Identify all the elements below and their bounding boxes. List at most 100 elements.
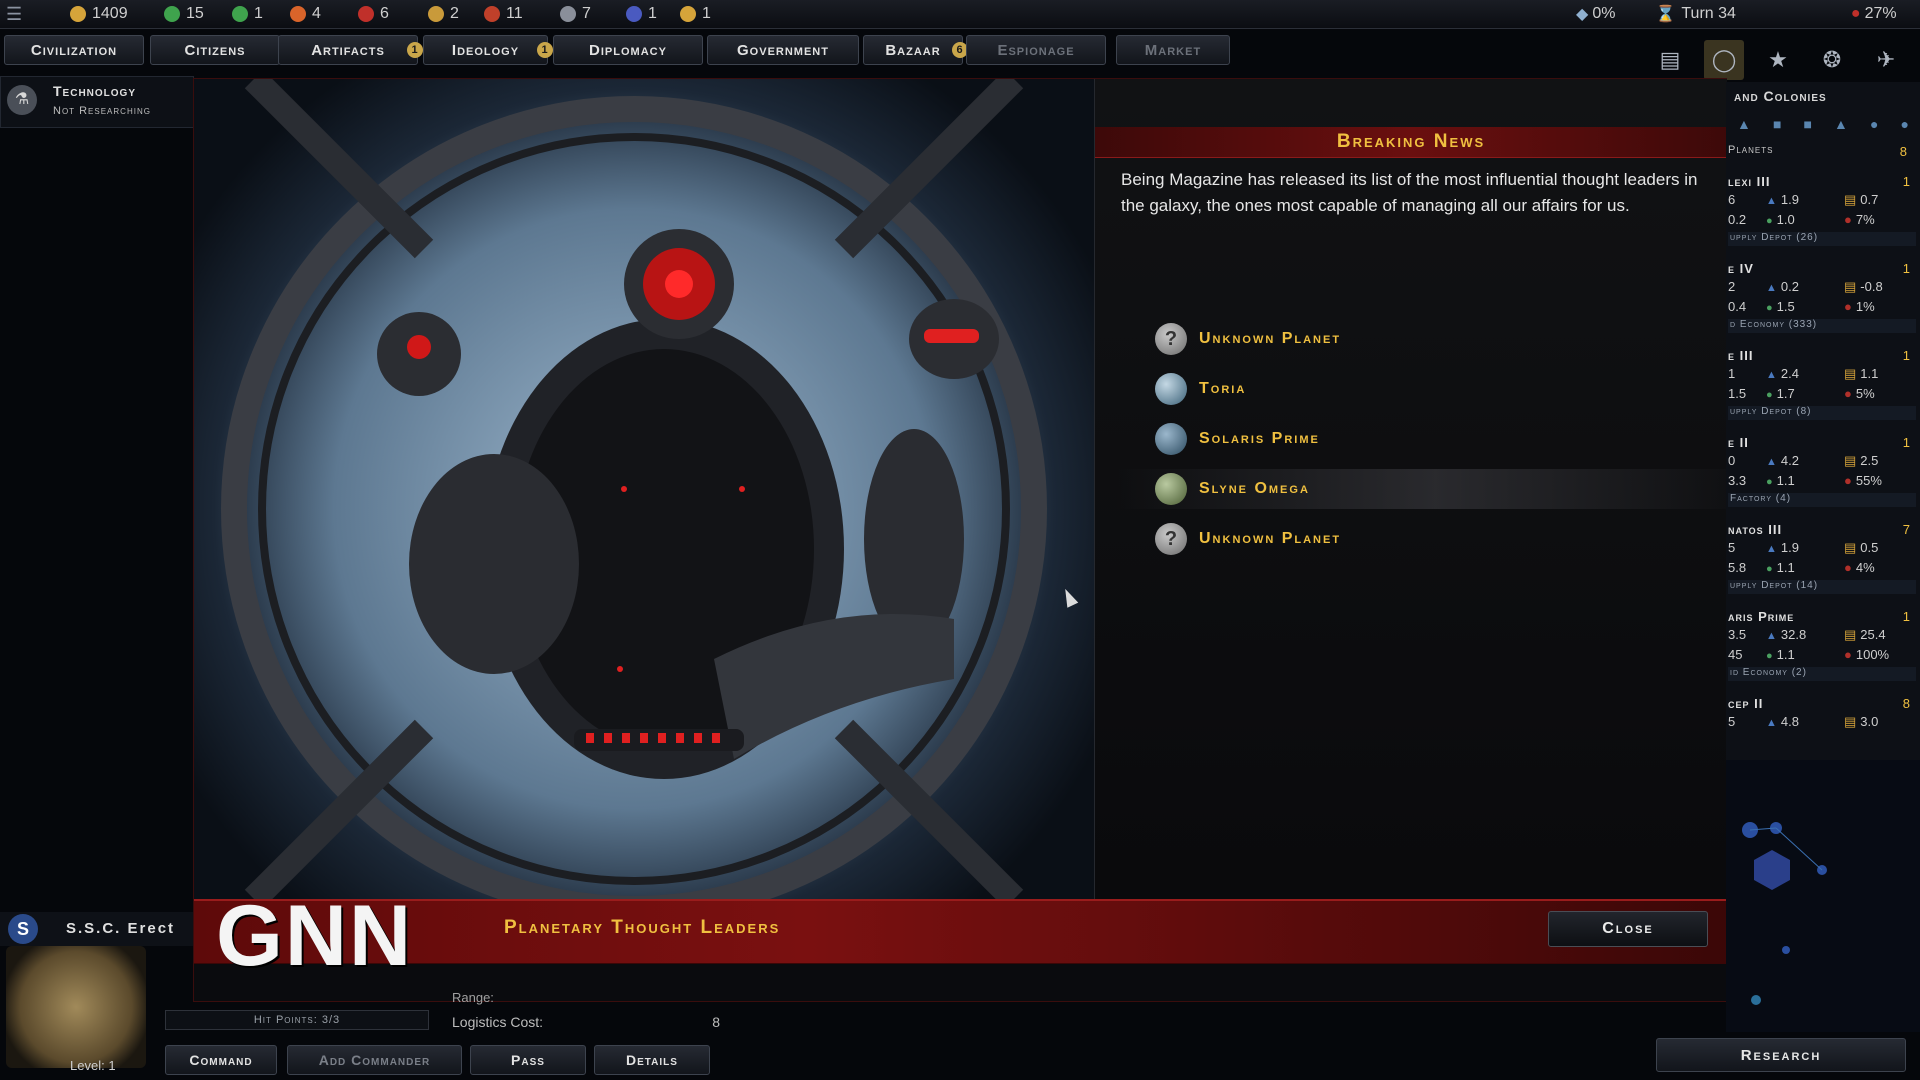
colony-stats-row: 3.3 1.1 55% — [1726, 473, 1912, 491]
colony-name: natos III — [1728, 522, 1783, 537]
colony-project: id Economy (2) — [1728, 667, 1916, 681]
tab-badge: 1 — [537, 42, 553, 58]
resource-research[interactable]: 11 — [484, 4, 523, 24]
main-tab-bar: Civilization Citizens Artifacts 1 Ideology 1 D… — [0, 32, 1650, 70]
colony-entry[interactable]: e IV 1 2 0.2 -0.8 0.4 1.5 1% d Economy (333) — [1726, 261, 1920, 347]
resource-value: 11 — [506, 5, 523, 22]
planet-row[interactable]: Toria — [1155, 369, 1735, 409]
tab-civilization[interactable]: Civilization — [4, 35, 144, 65]
research-stat: 1.9 — [1766, 540, 1799, 555]
resource-credits[interactable]: 1409 — [70, 4, 128, 24]
colony-stats-row: 5 4.8 3.0 — [1726, 714, 1912, 732]
colony-entry[interactable]: e III 1 1 2.4 1.1 1.5 1.7 5% upply Depot (8) — [1726, 348, 1920, 434]
colony-value: 1 — [1902, 609, 1910, 624]
tab-label: Market — [1144, 41, 1202, 59]
colony-value: 1 — [1902, 174, 1910, 189]
resource-ships[interactable]: 7 — [560, 4, 591, 24]
planet-name: Slyne Omega — [1199, 480, 1310, 497]
fleet-icon[interactable]: ✈ — [1866, 40, 1906, 80]
turn-counter[interactable]: Turn 34 — [1681, 5, 1736, 23]
military-icon — [358, 6, 374, 22]
population-icon — [164, 6, 180, 22]
main-menu-icon[interactable]: ☰ — [6, 4, 28, 24]
sidebar-title: and Colonies — [1734, 88, 1827, 104]
logistics-value: 8 — [712, 1014, 720, 1030]
population-stat: 1.0 — [1766, 212, 1795, 227]
stat: 0 — [1728, 453, 1736, 468]
tab-citizens[interactable]: Citizens — [150, 35, 280, 65]
planet-row[interactable]: Solaris Prime — [1155, 419, 1735, 459]
colony-stats-row: 0.2 1.0 7% — [1726, 212, 1912, 230]
colony-stats-row: 3.5 32.8 25.4 — [1726, 627, 1912, 645]
filter-icon[interactable]: ▲ — [1834, 116, 1848, 136]
colony-stats-row: 0 4.2 2.5 — [1726, 453, 1912, 471]
empire-icon[interactable]: ❂ — [1812, 40, 1852, 80]
stat: 0.4 — [1728, 299, 1747, 314]
details-button[interactable]: Details — [594, 1045, 710, 1075]
approval-stat: 1% — [1844, 299, 1875, 314]
resource-manufacturing[interactable]: 4 — [290, 4, 321, 24]
pass-button[interactable]: Pass — [470, 1045, 586, 1075]
planets-header[interactable]: Planets 8 — [1728, 144, 1914, 162]
colony-stats-row: 2 0.2 -0.8 — [1726, 279, 1912, 297]
tab-espionage[interactable]: Espionage — [966, 35, 1106, 65]
sidebar-filter-icons[interactable]: ▲ ■ ■ ▲ ● ● — [1726, 116, 1920, 136]
production-stat: 0.7 — [1844, 192, 1878, 208]
stat: 3.3 — [1728, 473, 1747, 488]
tab-ideology[interactable]: Ideology 1 — [423, 35, 553, 65]
tech-tree-icon[interactable]: ★ — [1758, 40, 1798, 80]
list-view-icon[interactable]: ▤ — [1650, 40, 1690, 80]
production-stat: 25.4 — [1844, 627, 1885, 643]
tab-bazaar[interactable]: Bazaar 6 — [863, 35, 968, 65]
galaxy-view-icon[interactable]: ◯ — [1704, 40, 1744, 80]
stat: 5 — [1728, 540, 1736, 555]
colony-entry[interactable]: natos III 7 5 1.9 0.5 5.8 1.1 4% upply Depot (14… — [1726, 522, 1920, 608]
faction-logo-icon: S — [8, 914, 38, 944]
resource-approval[interactable]: 2 — [428, 4, 459, 24]
question-icon: ? — [1155, 323, 1187, 355]
ships-icon — [560, 6, 576, 22]
resource-starbases[interactable]: 1 — [626, 4, 657, 24]
tab-government[interactable]: Government — [707, 35, 859, 65]
stat: 0.2 — [1728, 212, 1747, 227]
news-panel: Breaking News Being Magazine has release… — [1094, 79, 1755, 899]
research-stat: 4.8 — [1766, 714, 1799, 729]
planet-row[interactable]: ? Unknown Planet — [1155, 319, 1735, 359]
colony-entry[interactable]: e II 1 0 4.2 2.5 3.3 1.1 55% Factory (4) — [1726, 435, 1920, 521]
filter-icon[interactable]: ● — [1870, 116, 1878, 136]
technology-panel[interactable]: ⚗ Technology Not Researching — [0, 76, 194, 128]
ship-name: S.S.C. Erect — [66, 920, 176, 937]
resource-artifacts[interactable]: 1 — [680, 4, 711, 24]
colony-entry[interactable]: aris Prime 1 3.5 32.8 25.4 45 1.1 100% id Econom… — [1726, 609, 1920, 695]
tab-artifacts[interactable]: Artifacts 1 — [278, 35, 423, 65]
planet-row[interactable]: Slyne Omega — [1115, 469, 1755, 509]
technology-title: Technology — [53, 83, 136, 99]
colony-entry[interactable]: lexi III 1 6 1.9 0.7 0.2 1.0 7% upply Depot (26) — [1726, 174, 1920, 260]
tab-market[interactable]: Market — [1116, 35, 1230, 65]
colony-name: lexi III — [1728, 174, 1771, 189]
ship-name-bar: S S.S.C. Erect — [0, 912, 193, 946]
minimap[interactable] — [1726, 760, 1920, 1032]
news-headline: Planetary Thought Leaders — [504, 917, 781, 938]
stat: 5.8 — [1728, 560, 1747, 575]
filter-icon[interactable]: ▲ — [1737, 116, 1751, 136]
filter-icon[interactable]: ■ — [1773, 116, 1781, 136]
ship-level: Level: 1 — [70, 1058, 116, 1073]
tab-diplomacy[interactable]: Diplomacy — [553, 35, 703, 65]
logistics-row: Logistics Cost: 8 — [452, 1014, 720, 1030]
planet-name: Toria — [1199, 380, 1247, 397]
add-commander-button[interactable]: Add Commander — [287, 1045, 462, 1075]
command-button[interactable]: Command — [165, 1045, 277, 1075]
production-stat: 0.5 — [1844, 540, 1878, 556]
resource-influence[interactable]: 1 — [232, 4, 263, 24]
planet-row[interactable]: ? Unknown Planet — [1155, 519, 1735, 559]
close-button[interactable]: Close — [1548, 911, 1708, 947]
filter-icon[interactable]: ● — [1900, 116, 1908, 136]
resource-population[interactable]: 15 — [164, 4, 204, 24]
approval-stat: 4% — [1844, 560, 1875, 575]
resource-military[interactable]: 6 — [358, 4, 389, 24]
filter-icon[interactable]: ■ — [1803, 116, 1811, 136]
approval-stat: 7% — [1844, 212, 1875, 227]
research-button[interactable]: Research — [1656, 1038, 1906, 1072]
colony-stats-row: 45 1.1 100% — [1726, 647, 1912, 665]
